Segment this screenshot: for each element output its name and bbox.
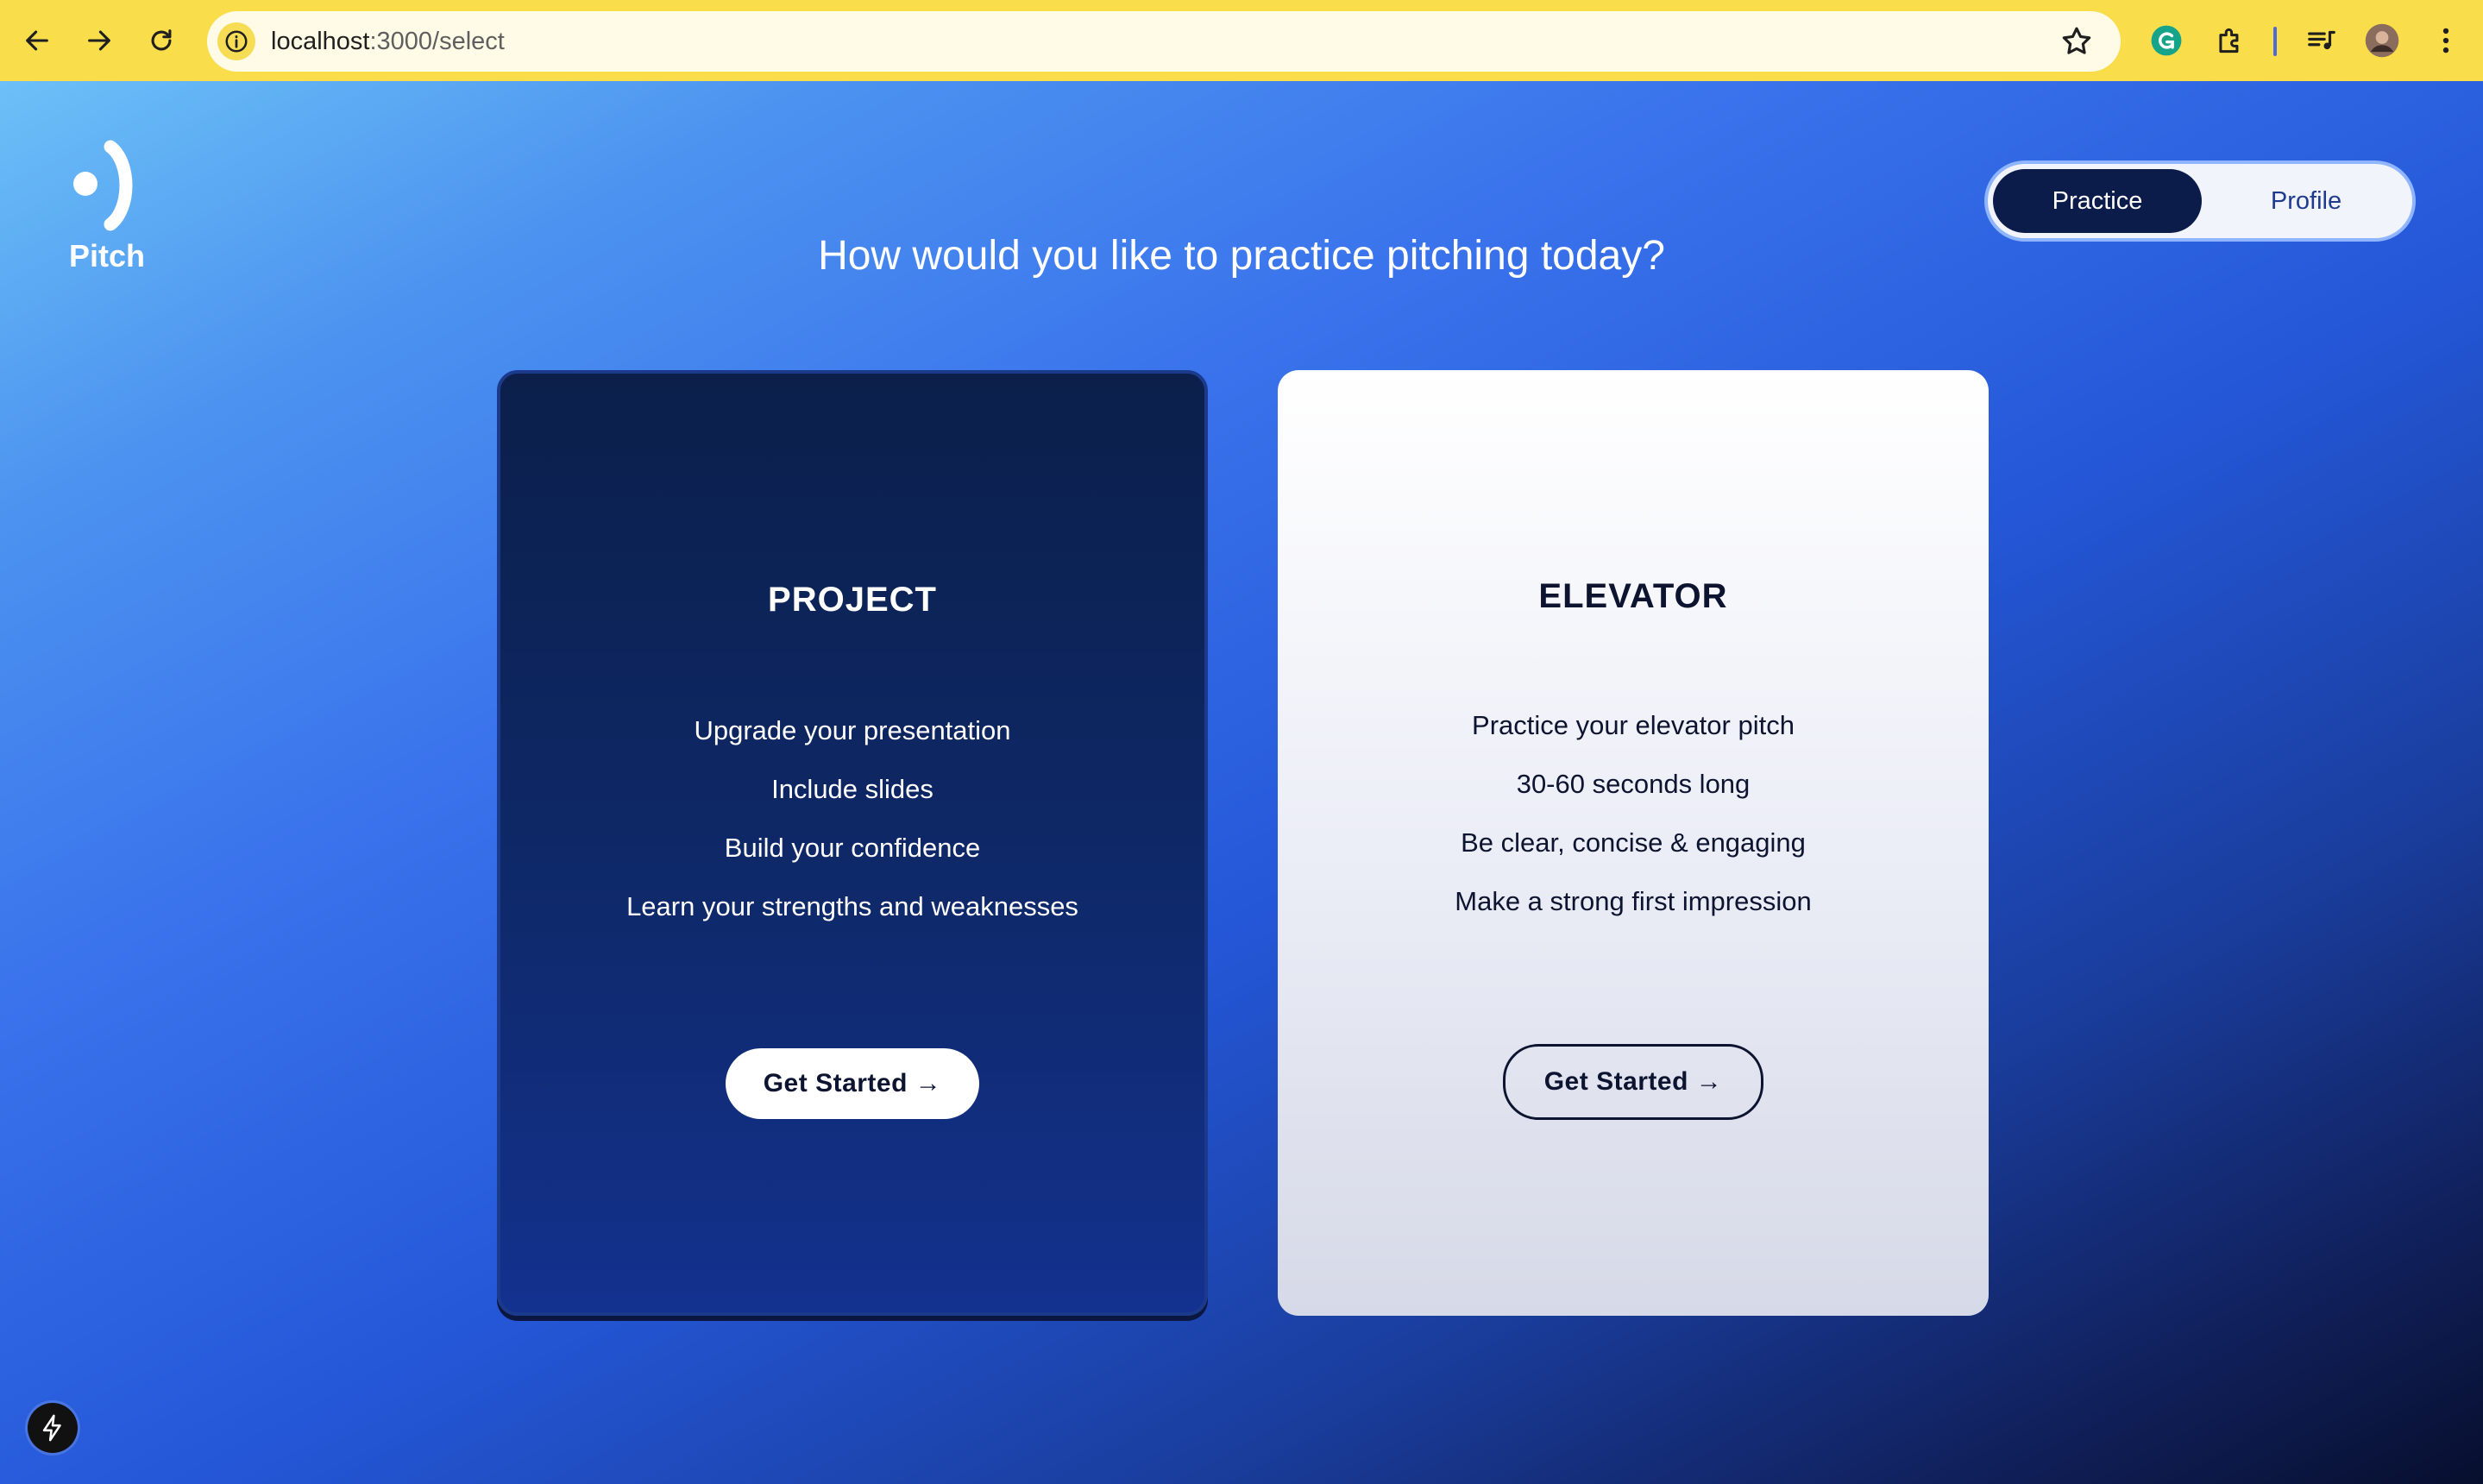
list-item: Practice your elevator pitch xyxy=(1472,710,1795,740)
forward-button[interactable] xyxy=(74,16,124,66)
list-item: Learn your strengths and weaknesses xyxy=(626,891,1078,921)
list-item: Include slides xyxy=(771,774,933,804)
avatar[interactable] xyxy=(2362,21,2402,60)
extensions-puzzle-icon[interactable] xyxy=(2210,21,2250,60)
list-item: Be clear, concise & engaging xyxy=(1461,827,1806,858)
page-title: How would you like to practice pitching … xyxy=(818,233,1665,279)
feature-list: Practice your elevator pitch 30-60 secon… xyxy=(1278,696,1989,931)
get-started-button[interactable]: Get Started → xyxy=(1503,1044,1763,1120)
url-text[interactable]: localhost:3000/select xyxy=(271,28,505,56)
feature-list: Upgrade your presentation Include slides… xyxy=(500,701,1204,936)
lightning-icon xyxy=(42,1414,61,1442)
toolbar-divider xyxy=(2273,27,2277,56)
card-title: PROJECT xyxy=(768,581,937,619)
reload-button[interactable] xyxy=(136,16,186,66)
menu-kebab-icon[interactable] xyxy=(2426,21,2466,60)
list-item: Make a strong first impression xyxy=(1455,886,1812,916)
bookmark-star-icon[interactable] xyxy=(2059,23,2095,60)
back-button[interactable] xyxy=(12,16,62,66)
get-started-button[interactable]: Get Started → xyxy=(726,1048,979,1119)
list-item: Build your confidence xyxy=(724,833,981,863)
dev-tools-button[interactable] xyxy=(28,1403,78,1453)
address-bar[interactable]: localhost:3000/select xyxy=(207,11,2121,72)
tab-practice[interactable]: Practice xyxy=(1993,169,2202,233)
page-content: Pitch Practice Profile How would you lik… xyxy=(0,81,2483,1484)
tab-profile[interactable]: Profile xyxy=(2202,169,2411,233)
pitch-logo-icon xyxy=(73,140,133,231)
browser-toolbar: localhost:3000/select xyxy=(0,0,2483,81)
site-info-icon[interactable] xyxy=(217,22,255,60)
grammarly-extension-icon[interactable] xyxy=(2147,21,2186,60)
list-item: 30-60 seconds long xyxy=(1516,769,1751,799)
card-title: ELEVATOR xyxy=(1538,577,1728,615)
arrow-left-icon xyxy=(26,30,48,51)
project-card[interactable]: PROJECT Upgrade your presentation Includ… xyxy=(497,370,1208,1316)
media-controls-icon[interactable] xyxy=(2302,21,2342,60)
elevator-card[interactable]: ELEVATOR Practice your elevator pitch 30… xyxy=(1278,370,1989,1316)
reload-icon xyxy=(151,29,172,51)
arrow-right-icon xyxy=(88,30,110,51)
nav-toggle: Practice Profile xyxy=(1984,160,2416,242)
list-item: Upgrade your presentation xyxy=(694,715,1011,745)
